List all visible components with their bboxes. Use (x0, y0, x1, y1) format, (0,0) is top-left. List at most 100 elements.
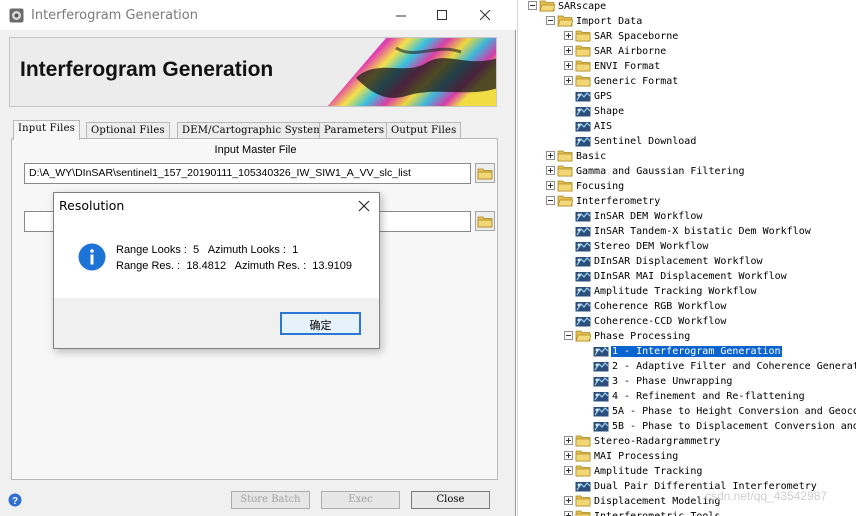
tree-item[interactable]: 1 - Interferogram Generation (582, 344, 782, 359)
tree-item[interactable]: InSAR Tandem-X bistatic Dem Workflow (564, 224, 812, 239)
folder-icon (557, 164, 573, 177)
tree-item[interactable]: 4 - Refinement and Re-flattening (582, 389, 806, 404)
tab-parameters[interactable]: Parameters (319, 122, 390, 139)
tree-item[interactable]: Shape (564, 104, 625, 119)
expand-icon[interactable] (564, 496, 573, 505)
expand-icon[interactable] (564, 451, 573, 460)
tool-icon (575, 209, 591, 222)
expand-icon[interactable] (564, 31, 573, 40)
maximize-button[interactable] (419, 0, 465, 30)
tree-item-label: Interferometric Tools (593, 511, 721, 516)
folder-icon (575, 509, 591, 516)
tool-icon (575, 269, 591, 282)
tree-item-label: Shape (594, 106, 625, 117)
master-file-input[interactable]: D:\A_WY\DInSAR\sentinel1_157_20190111_10… (24, 163, 471, 184)
tree-item[interactable]: Interferometry (546, 194, 661, 209)
folder-icon (477, 216, 493, 227)
tree-item[interactable]: AIS (564, 119, 613, 134)
dialog-close-icon[interactable] (355, 197, 373, 215)
browse-slave-button[interactable] (475, 211, 495, 231)
tree-item[interactable]: GPS (564, 89, 613, 104)
tree-item-label: Stereo-Radargrammetry (594, 436, 721, 447)
expand-icon[interactable] (546, 166, 555, 175)
collapse-icon[interactable] (564, 331, 573, 340)
tool-icon (593, 419, 609, 432)
collapse-icon[interactable] (546, 196, 555, 205)
banner-title: Interferogram Generation (20, 58, 274, 81)
tab-output-files[interactable]: Output Files (386, 122, 462, 139)
tree-item-label: Coherence-CCD Workflow (594, 316, 727, 327)
tree-item-label: 5B - Phase to Displacement Conversion an… (612, 421, 856, 432)
tree-item[interactable]: 5B - Phase to Displacement Conversion an… (582, 419, 856, 434)
browse-master-button[interactable] (475, 163, 495, 183)
tree-item[interactable]: Coherence RGB Workflow (564, 299, 727, 314)
folder-open-icon (557, 14, 574, 27)
looks-text: Range Looks : 5 Azimuth Looks : 1 (116, 244, 299, 256)
expand-icon[interactable] (546, 151, 555, 160)
tree-item[interactable]: DInSAR Displacement Workflow (564, 254, 764, 269)
tree-item[interactable]: Stereo DEM Workflow (564, 239, 709, 254)
tab-input-files[interactable]: Input Files (13, 120, 81, 140)
tree-item[interactable]: Displacement Modeling (564, 494, 721, 509)
tree-item[interactable]: SAR Spaceborne (564, 29, 679, 44)
tree-item[interactable]: Amplitude Tracking (564, 464, 703, 479)
close-button[interactable]: Close (411, 491, 490, 509)
tree-item-label: 3 - Phase Unwrapping (612, 376, 733, 387)
tree-item[interactable]: Generic Format (564, 74, 679, 89)
sarscape-tree: SARscape Import Data SAR Spaceborne SAR Air… (517, 0, 856, 516)
tree-item[interactable]: Sentinel Download (564, 134, 697, 149)
tree-item[interactable]: ENVI Format (564, 59, 661, 74)
folder-icon (575, 434, 591, 447)
tree-item[interactable]: Import Data (546, 14, 643, 29)
tree-item[interactable]: Gamma and Gaussian Filtering (546, 164, 746, 179)
expand-icon[interactable] (564, 511, 573, 516)
tree-item[interactable]: 5A - Phase to Height Conversion and Geoc… (582, 404, 856, 419)
expand-icon[interactable] (564, 466, 573, 475)
tree-item-label: DInSAR MAI Displacement Workflow (594, 271, 787, 282)
expand-icon[interactable] (564, 61, 573, 70)
ok-button[interactable]: 确定 (280, 312, 361, 335)
expand-icon[interactable] (564, 46, 573, 55)
tool-icon (575, 134, 591, 147)
close-window-button[interactable] (462, 0, 508, 30)
minimize-icon (395, 15, 406, 16)
help-icon[interactable]: ? (8, 493, 22, 507)
minimize-button[interactable] (378, 0, 424, 30)
tree-item[interactable]: 2 - Adaptive Filter and Coherence Genera… (582, 359, 856, 374)
resolution-text: Range Res. : 18.4812 Azimuth Res. : 13.9… (116, 260, 353, 272)
tab-optional-files[interactable]: Optional Files (86, 122, 170, 139)
tree-item-label: GPS (594, 91, 613, 102)
tree-item[interactable]: Coherence-CCD Workflow (564, 314, 727, 329)
tree-item[interactable]: 3 - Phase Unwrapping (582, 374, 733, 389)
tree-item[interactable]: Phase Processing (564, 329, 691, 344)
folder-icon (575, 494, 591, 507)
collapse-icon[interactable] (528, 1, 537, 10)
tool-icon (593, 359, 609, 372)
tool-icon (575, 89, 591, 102)
tree-item[interactable]: SARscape (528, 0, 607, 14)
tree-item[interactable]: DInSAR MAI Displacement Workflow (564, 269, 788, 284)
expand-icon[interactable] (546, 181, 555, 190)
tree-item[interactable]: Stereo-Radargrammetry (564, 434, 721, 449)
expand-icon[interactable] (564, 76, 573, 85)
tree-item[interactable]: Interferometric Tools (564, 509, 721, 516)
tool-icon (575, 119, 591, 132)
tree-item[interactable]: Focusing (546, 179, 625, 194)
folder-icon (557, 149, 573, 162)
watermark: csdn.net/qq_43542987 (705, 489, 828, 503)
expand-icon[interactable] (564, 436, 573, 445)
title-bar[interactable]: Interferogram Generation (0, 0, 516, 30)
tree-item[interactable]: Basic (546, 149, 607, 164)
tab-dem-cartographic-system[interactable]: DEM/Cartographic System (177, 122, 328, 139)
store-batch-button[interactable]: Store Batch (231, 491, 310, 509)
tree-item-label: 5A - Phase to Height Conversion and Geoc… (612, 406, 856, 417)
tree-item[interactable]: InSAR DEM Workflow (564, 209, 703, 224)
tree-item[interactable]: Amplitude Tracking Workflow (564, 284, 758, 299)
tree-item[interactable]: SAR Airborne (564, 44, 667, 59)
collapse-icon[interactable] (546, 16, 555, 25)
tool-icon (593, 389, 609, 402)
exec-button[interactable]: Exec (321, 491, 400, 509)
folder-icon (575, 59, 591, 72)
tree-item[interactable]: MAI Processing (564, 449, 679, 464)
tree-item-label: Amplitude Tracking (594, 466, 703, 477)
